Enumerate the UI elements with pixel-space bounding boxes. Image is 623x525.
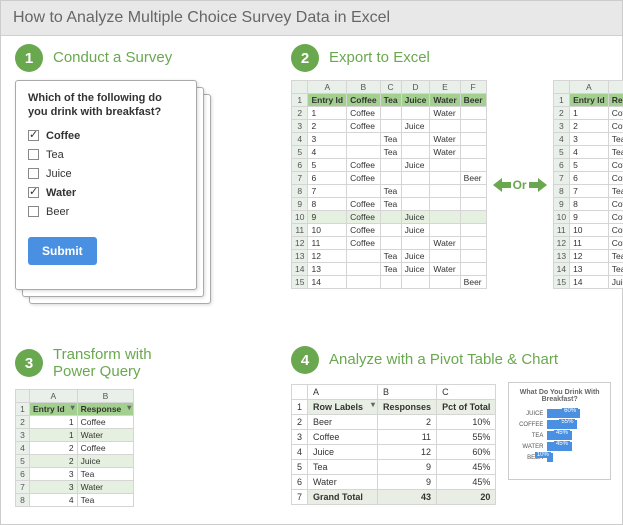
checkbox-icon[interactable] [28, 130, 39, 141]
page-title: How to Analyze Multiple Choice Survey Da… [1, 1, 622, 36]
step-3: 3 Transform withPower Query AB1Entry IdR… [15, 346, 215, 507]
chart-bar: COFFEE 55% [517, 420, 602, 429]
step-4-number: 4 [291, 346, 319, 374]
option-label: Water [46, 187, 76, 199]
pivot-chart: What Do You Drink With Breakfast? JUICE 6… [508, 382, 611, 480]
step-2: 2 Export to Excel ABCDEF1Entry IdCoffeeT… [291, 44, 611, 289]
step-2-number: 2 [291, 44, 319, 72]
power-query-grid: AB1Entry IdResponse21Coffee31Water42Coff… [15, 389, 134, 507]
or-separator: Or [493, 178, 547, 192]
survey-option[interactable]: Water [28, 187, 184, 199]
option-label: Juice [46, 168, 72, 180]
chart-bar: JUICE 60% [517, 409, 602, 418]
survey-question: Which of the following do you drink with… [28, 91, 184, 120]
step-1-number: 1 [15, 44, 43, 72]
checkbox-icon[interactable] [28, 206, 39, 217]
chart-bar: WATER 45% [517, 442, 602, 451]
or-label: Or [513, 178, 527, 192]
chart-title: What Do You Drink With Breakfast? [517, 389, 602, 403]
option-label: Tea [46, 149, 64, 161]
bar-label: WATER [517, 444, 543, 450]
bar-label: COFFEE [517, 422, 543, 428]
chart-bar: TEA 45% [517, 431, 602, 440]
export-long-grid: AB1Entry IdResults21Coffee,Water32Coffee… [553, 80, 623, 289]
checkbox-icon[interactable] [28, 187, 39, 198]
arrow-right-icon [529, 178, 547, 192]
step-4-title: Analyze with a Pivot Table & Chart [329, 351, 558, 368]
arrow-left-icon [493, 178, 511, 192]
survey-option[interactable]: Beer [28, 206, 184, 218]
step-3-number: 3 [15, 349, 43, 377]
export-wide-grid: ABCDEF1Entry IdCoffeeTeaJuiceWaterBeer21… [291, 80, 487, 289]
checkbox-icon[interactable] [28, 168, 39, 179]
pivot-table: ABC1Row LabelsResponsesPct of Total2Beer… [291, 384, 496, 505]
bar-value: 55% [559, 419, 575, 425]
step-3-title: Transform withPower Query [53, 346, 152, 381]
step-4: 4 Analyze with a Pivot Table & Chart ABC… [291, 346, 611, 505]
bar-value: 45% [554, 441, 570, 447]
step-1: 1 Conduct a Survey Which of the followin… [15, 44, 275, 298]
option-label: Coffee [46, 130, 80, 142]
bar-label: TEA [517, 433, 543, 439]
bar-value: 10% [535, 452, 551, 458]
step-2-title: Export to Excel [329, 49, 430, 66]
survey-card-stack: Which of the following do you drink with… [15, 80, 210, 298]
option-label: Beer [46, 206, 69, 218]
survey-option[interactable]: Juice [28, 168, 184, 180]
survey-option[interactable]: Tea [28, 149, 184, 161]
step-1-title: Conduct a Survey [53, 49, 172, 66]
submit-button[interactable]: Submit [28, 237, 97, 265]
bar-label: JUICE [517, 411, 543, 417]
content-area: 1 Conduct a Survey Which of the followin… [1, 36, 622, 56]
bar-value: 45% [554, 430, 570, 436]
survey-card: Which of the following do you drink with… [15, 80, 197, 290]
survey-option[interactable]: Coffee [28, 130, 184, 142]
bar-value: 60% [562, 408, 578, 414]
checkbox-icon[interactable] [28, 149, 39, 160]
chart-bar: BEER10% [517, 453, 602, 462]
